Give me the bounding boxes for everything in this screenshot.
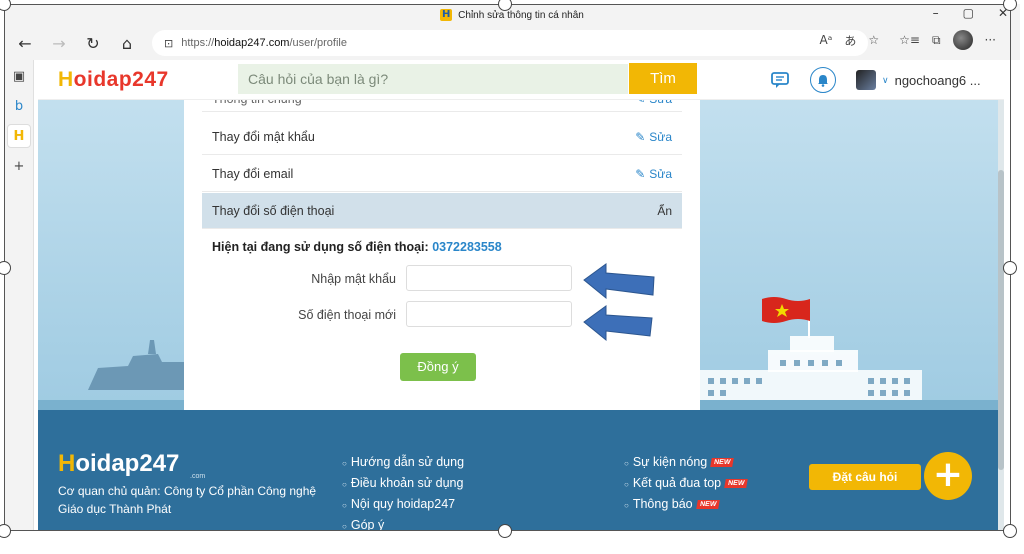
site-logo[interactable]: Hoidap247 bbox=[58, 68, 169, 92]
footer-link-notices[interactable]: ○ Thông báo NEW bbox=[624, 497, 747, 518]
settings-row-phone[interactable]: Thay đổi số điện thoại Ẩn bbox=[202, 193, 682, 229]
hoidap-sidebar-icon[interactable]: H bbox=[7, 124, 31, 148]
user-menu[interactable]: ∨ ngochoang6 ... bbox=[856, 70, 981, 90]
settings-row-email[interactable]: Thay đổi email ✎ Sửa bbox=[202, 156, 682, 192]
browser-sidebar: ▣ b H + bbox=[4, 60, 34, 530]
resize-handle[interactable] bbox=[1003, 261, 1017, 275]
home-icon[interactable]: ⌂ bbox=[112, 28, 142, 58]
resize-handle[interactable] bbox=[1003, 524, 1017, 538]
footer-logo-sub: .com bbox=[190, 473, 206, 480]
footer-link-guide[interactable]: ○ Hướng dẫn sử dụng bbox=[342, 455, 464, 476]
url-prefix: https:// bbox=[181, 37, 215, 49]
new-phone-input[interactable] bbox=[406, 301, 572, 327]
browser-toolbar: ← → ↻ ⌂ ⊡ https:// hoidap247.com /user/p… bbox=[4, 26, 1020, 60]
header-icons bbox=[768, 67, 836, 93]
chevron-down-icon: ∨ bbox=[882, 74, 889, 85]
plus-icon[interactable]: + bbox=[924, 452, 972, 500]
scrollbar-thumb[interactable] bbox=[998, 170, 1004, 470]
translate-icon[interactable]: あ bbox=[844, 32, 856, 49]
resize-handle[interactable] bbox=[498, 524, 512, 538]
hide-phone-link[interactable]: Ẩn bbox=[657, 204, 672, 218]
page-viewport: Hoidap247 Câu hỏi của bạn là gì? Tìm ∨ n… bbox=[38, 60, 1004, 530]
settings-row-label: Thay đổi email bbox=[212, 166, 294, 181]
footer-links-col1: ○ Hướng dẫn sử dụng ○ Điều khoản sử dụng ○… bbox=[342, 455, 464, 530]
browser-right-tools: Aᵃ あ ☆ ☆≡ ⧉ ··· bbox=[819, 30, 996, 50]
window-titlebar: H Chỉnh sửa thông tin cá nhân – ▢ ✕ bbox=[4, 4, 1020, 26]
bing-icon[interactable]: b bbox=[7, 94, 31, 118]
footer-link-terms[interactable]: ○ Điều khoản sử dụng bbox=[342, 476, 464, 497]
window-title: Chỉnh sửa thông tin cá nhân bbox=[458, 9, 584, 21]
add-icon[interactable]: + bbox=[7, 154, 31, 178]
edit-password-link[interactable]: ✎ Sửa bbox=[635, 130, 672, 144]
new-badge: NEW bbox=[710, 458, 735, 468]
password-label: Nhập mật khẩu bbox=[311, 272, 396, 286]
current-phone-text: Hiện tại đang sử dụng số điện thoại: 037… bbox=[212, 240, 502, 254]
lock-icon: ⊡ bbox=[164, 36, 174, 50]
current-phone-number: 0372283558 bbox=[432, 240, 502, 254]
profile-avatar[interactable] bbox=[952, 30, 973, 50]
search-input[interactable]: Câu hỏi của bạn là gì? bbox=[238, 64, 628, 94]
site-header: Hoidap247 Câu hỏi của bạn là gì? Tìm ∨ n… bbox=[38, 60, 1004, 100]
submit-button[interactable]: Đồng ý bbox=[400, 353, 476, 381]
pencil-icon: ✎ bbox=[635, 166, 646, 181]
vietnam-flag-icon bbox=[762, 297, 810, 323]
footer-links-col2: ○ Sự kiện nóng NEW ○ Kết quả đua top NEW ○ Th… bbox=[624, 455, 749, 518]
maximize-icon[interactable]: ▢ bbox=[963, 6, 974, 20]
url-host: hoidap247.com bbox=[214, 37, 290, 49]
pencil-icon: ✎ bbox=[635, 129, 646, 144]
settings-row-label: Thay đổi số điện thoại bbox=[212, 203, 335, 218]
footer-link-rules[interactable]: ○ Nội quy hoidap247 bbox=[342, 497, 464, 518]
profile-settings-panel: Thông tin chung ✎Sửa Thay đổi mật khẩu ✎… bbox=[184, 90, 700, 410]
reload-icon[interactable]: ↻ bbox=[78, 28, 108, 58]
ask-question-button[interactable]: Đặt câu hỏi bbox=[809, 464, 921, 490]
settings-row-password[interactable]: Thay đổi mật khẩu ✎ Sửa bbox=[202, 119, 682, 155]
read-aloud-icon[interactable]: Aᵃ bbox=[819, 33, 832, 47]
page-scrollbar[interactable] bbox=[998, 100, 1004, 530]
settings-row-label: Thay đổi mật khẩu bbox=[212, 129, 315, 144]
footer-link-top-results[interactable]: ○ Kết quả đua top NEW bbox=[624, 476, 749, 497]
password-input[interactable] bbox=[406, 265, 572, 291]
favorite-icon[interactable]: ☆ bbox=[868, 33, 879, 47]
site-footer: Hoidap247 .com Cơ quan chủ quản: Công ty… bbox=[38, 410, 1004, 530]
url-path: /user/profile bbox=[289, 37, 347, 49]
footer-logo[interactable]: Hoidap247 bbox=[58, 450, 179, 478]
hoidap-tab-icon: H bbox=[440, 9, 453, 21]
screenshot-frame: H Chỉnh sửa thông tin cá nhân – ▢ ✕ ← → … bbox=[0, 0, 1024, 554]
search-button[interactable]: Tìm bbox=[629, 63, 697, 94]
new-badge: NEW bbox=[695, 500, 720, 510]
chat-icon[interactable] bbox=[768, 67, 794, 93]
collections-icon[interactable]: ⧉ bbox=[932, 33, 941, 48]
arrow-left-icon bbox=[583, 305, 653, 342]
back-icon[interactable]: ← bbox=[10, 28, 40, 58]
arrow-left-icon bbox=[583, 263, 655, 300]
edit-email-link[interactable]: ✎ Sửa bbox=[635, 167, 672, 181]
more-icon[interactable]: ··· bbox=[985, 33, 996, 47]
footer-link-feedback[interactable]: ○ Góp ý bbox=[342, 518, 464, 530]
footer-link-events[interactable]: ○ Sự kiện nóng NEW bbox=[624, 455, 747, 476]
new-badge: NEW bbox=[724, 479, 749, 489]
address-bar[interactable]: ⊡ https:// hoidap247.com /user/profile bbox=[152, 30, 868, 56]
favorites-icon[interactable]: ☆≡ bbox=[899, 33, 920, 47]
minimize-icon[interactable]: – bbox=[933, 6, 939, 20]
tab-actions-icon[interactable]: ▣ bbox=[7, 64, 31, 88]
forward-icon[interactable]: → bbox=[44, 28, 74, 58]
resize-handle[interactable] bbox=[0, 524, 11, 538]
window-controls: – ▢ ✕ bbox=[933, 6, 1008, 20]
new-phone-label: Số điện thoại mới bbox=[298, 308, 396, 322]
username: ngochoang6 ... bbox=[894, 72, 981, 88]
footer-org-text: Cơ quan chủ quản: Công ty Cổ phần Công n… bbox=[58, 484, 317, 516]
bell-icon[interactable] bbox=[810, 67, 836, 93]
annotation-arrows bbox=[583, 263, 655, 342]
avatar bbox=[856, 70, 876, 90]
